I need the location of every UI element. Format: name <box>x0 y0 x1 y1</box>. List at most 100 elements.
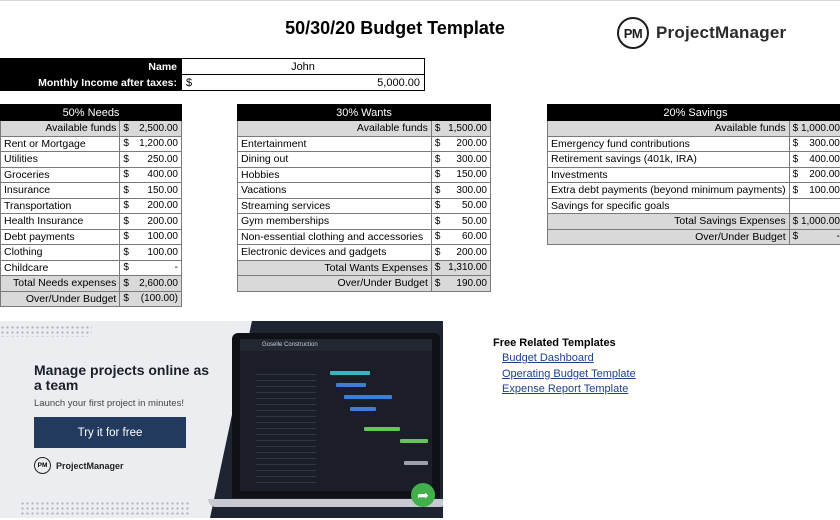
wants-item-value[interactable]: 200.00 <box>443 244 491 261</box>
needs-available-label: Available funds <box>0 120 121 137</box>
savings-item-value[interactable]: 100.00 <box>801 182 840 199</box>
wants-item-value[interactable]: 150.00 <box>443 166 491 183</box>
income-currency: $ <box>186 76 193 89</box>
banner-logo: PM ProjectManager <box>34 457 124 474</box>
wants-item-currency: $ <box>430 213 444 230</box>
savings-item-label: Savings for specific goals <box>547 197 790 214</box>
savings-item-label: Extra debt payments (beyond minimum paym… <box>547 182 790 199</box>
wants-item-value[interactable]: 50.00 <box>443 213 491 230</box>
wants-total-currency: $ <box>430 259 444 276</box>
name-label: Name <box>0 58 182 75</box>
needs-item-label: Transportation <box>0 197 121 214</box>
savings-item-currency: $ <box>788 166 802 183</box>
wants-over-label: Over/Under Budget <box>237 275 432 292</box>
link-budget-dashboard[interactable]: Budget Dashboard <box>502 351 636 367</box>
wants-item-value[interactable]: 200.00 <box>443 135 491 152</box>
savings-item-value[interactable]: 300.00 <box>801 135 840 152</box>
table-row: Groceries $400.00 <box>0 166 183 183</box>
needs-item-value[interactable]: 400.00 <box>132 166 183 183</box>
needs-item-value[interactable]: 100.00 <box>132 244 183 261</box>
gantt-bar <box>350 407 376 411</box>
gantt-bar <box>404 461 428 465</box>
savings-item-currency: $ <box>788 135 802 152</box>
needs-item-label: Childcare <box>0 259 121 276</box>
needs-item-value[interactable]: 250.00 <box>132 151 183 168</box>
task-list-rows <box>256 369 316 484</box>
screen-title: Goselle Construction <box>240 339 432 351</box>
related-title: Free Related Templates <box>493 337 616 349</box>
wants-available-currency: $ <box>430 120 444 137</box>
savings-available-value[interactable]: $ 1,000.00 <box>788 120 840 137</box>
needs-item-label: Clothing <box>0 244 121 261</box>
banner-heading: Manage projects online as a team <box>34 362 210 393</box>
top-divider <box>0 0 840 1</box>
needs-available-value[interactable]: 2,500.00 <box>132 120 183 137</box>
needs-item-value[interactable]: 150.00 <box>132 182 183 199</box>
try-it-free-button[interactable]: Try it for free <box>34 417 186 448</box>
dot-pattern-top <box>0 325 92 337</box>
table-row: Non-essential clothing and accessories $6… <box>237 228 491 245</box>
needs-item-value[interactable]: 100.00 <box>132 228 183 245</box>
needs-item-value[interactable]: 200.00 <box>132 197 183 214</box>
wants-item-value[interactable]: 50.00 <box>443 197 491 214</box>
table-row: Rent or Mortgage $1,200.00 <box>0 135 183 152</box>
wants-item-label: Non-essential clothing and accessories <box>237 228 432 245</box>
table-row: Streaming services $50.00 <box>237 197 491 214</box>
banner-logo-name: ProjectManager <box>56 460 124 471</box>
savings-item-value[interactable]: 400.00 <box>801 151 840 168</box>
promo-banner[interactable]: Manage projects online as a team Launch … <box>0 321 443 518</box>
needs-header: 50% Needs <box>0 104 182 121</box>
wants-item-label: Dining out <box>237 151 432 168</box>
wants-total-label: Total Wants Expenses <box>237 259 432 276</box>
pm-logo-icon: PM <box>617 17 649 49</box>
laptop-screen: Goselle Construction <box>240 339 432 491</box>
name-cell[interactable]: John <box>181 58 425 75</box>
wants-item-value[interactable]: 300.00 <box>443 182 491 199</box>
table-row: Retirement savings (401k, IRA) $400.00 <box>547 151 840 168</box>
gantt-bar <box>330 371 370 375</box>
link-operating-budget[interactable]: Operating Budget Template <box>502 367 636 383</box>
savings-over-currency: $ <box>788 228 802 245</box>
needs-item-value[interactable]: - <box>132 259 183 276</box>
wants-item-currency: $ <box>430 197 444 214</box>
needs-item-label: Debt payments <box>0 228 121 245</box>
savings-item-currency <box>788 197 802 214</box>
income-info-table: Name John Monthly Income after taxes: $ … <box>0 58 425 91</box>
savings-item-label: Retirement savings (401k, IRA) <box>547 151 790 168</box>
needs-over-currency: $ <box>119 290 133 307</box>
wants-item-currency: $ <box>430 151 444 168</box>
wants-header: 30% Wants <box>237 104 491 121</box>
table-row: Transportation $200.00 <box>0 197 183 214</box>
wants-item-value[interactable]: 60.00 <box>443 228 491 245</box>
table-row: Entertainment $200.00 <box>237 135 491 152</box>
share-icon[interactable]: ➦ <box>411 483 435 507</box>
needs-item-currency: $ <box>119 244 133 261</box>
wants-available-value[interactable]: 1,500.00 <box>443 120 491 137</box>
wants-item-currency: $ <box>430 244 444 261</box>
projectmanager-logo[interactable]: PM ProjectManager <box>617 17 786 49</box>
wants-item-label: Hobbies <box>237 166 432 183</box>
income-cell[interactable]: $ 5,000.00 <box>181 74 425 91</box>
link-expense-report[interactable]: Expense Report Template <box>502 382 636 398</box>
table-row: Utilities $250.00 <box>0 151 183 168</box>
table-row: Debt payments $100.00 <box>0 228 183 245</box>
wants-over-value: 190.00 <box>443 275 491 292</box>
needs-item-value[interactable]: 200.00 <box>132 213 183 230</box>
needs-item-currency: $ <box>119 197 133 214</box>
needs-item-label: Utilities <box>0 151 121 168</box>
needs-item-currency: $ <box>119 213 133 230</box>
wants-item-value[interactable]: 300.00 <box>443 151 491 168</box>
savings-table: 20% Savings Available funds $ 1,000.00 E… <box>547 104 840 245</box>
needs-item-value[interactable]: 1,200.00 <box>132 135 183 152</box>
savings-item-value[interactable] <box>801 197 840 214</box>
needs-total-currency: $ <box>119 275 133 292</box>
savings-item-value[interactable]: 200.00 <box>801 166 840 183</box>
wants-total-value: 1,310.00 <box>443 259 491 276</box>
savings-available-label: Available funds <box>547 120 790 137</box>
savings-item-label: Investments <box>547 166 790 183</box>
needs-item-currency: $ <box>119 151 133 168</box>
income-label: Monthly Income after taxes: <box>0 74 182 91</box>
table-row: Investments $200.00 <box>547 166 840 183</box>
dot-pattern-bottom <box>20 501 190 515</box>
table-row: Insurance $150.00 <box>0 182 183 199</box>
